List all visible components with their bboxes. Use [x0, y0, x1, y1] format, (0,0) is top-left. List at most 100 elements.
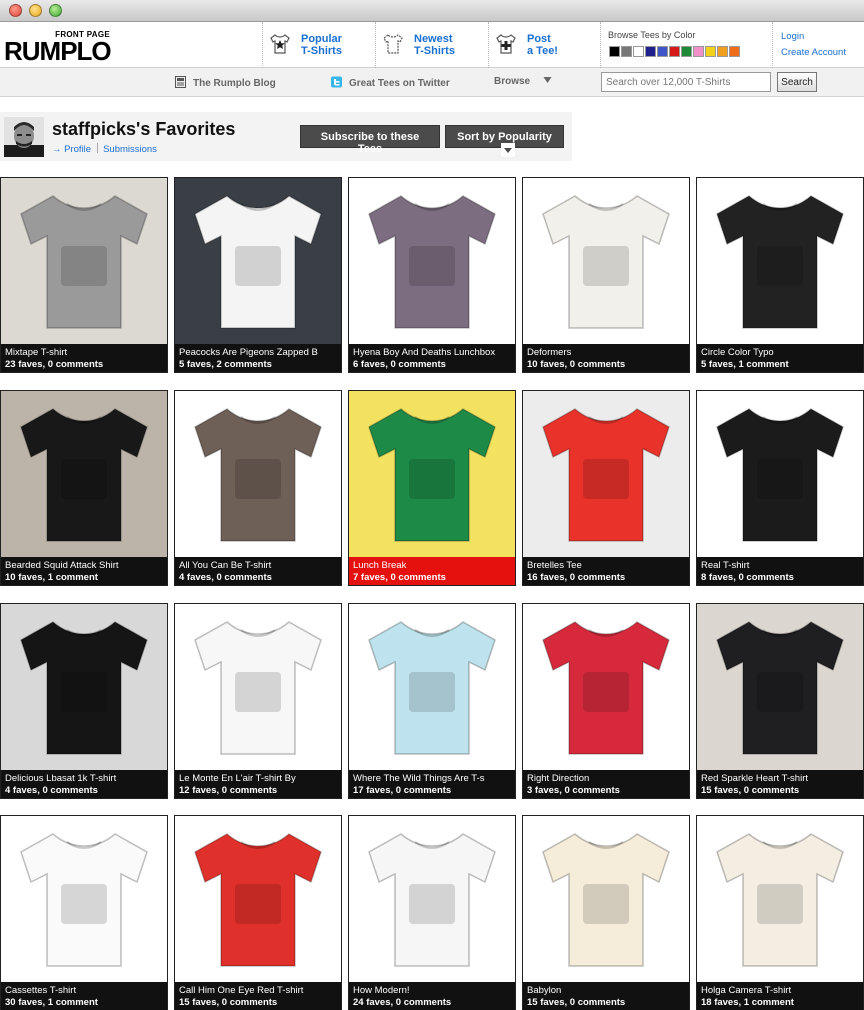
tee-card[interactable]: Bearded Squid Attack Shirt 10 faves, 1 co…	[0, 390, 168, 586]
tee-image[interactable]	[523, 391, 689, 557]
tee-image[interactable]	[175, 391, 341, 557]
tee-illustration	[175, 178, 341, 344]
tee-image[interactable]	[523, 178, 689, 344]
tee-meta: 15 faves, 0 comments	[701, 785, 800, 796]
tee-image[interactable]	[349, 816, 515, 982]
tee-title[interactable]: Mixtape T-shirt	[5, 347, 163, 359]
tee-title[interactable]: All You Can Be T-shirt	[179, 560, 337, 572]
tee-title[interactable]: Bearded Squid Attack Shirt	[5, 560, 163, 572]
close-window-icon[interactable]	[9, 4, 22, 17]
tee-meta: 15 faves, 0 comments	[527, 997, 626, 1008]
tee-image[interactable]	[349, 178, 515, 344]
tee-card[interactable]: Holga Camera T-shirt 18 faves, 1 comment	[696, 815, 864, 1010]
tee-image[interactable]	[349, 391, 515, 557]
tee-card[interactable]: Call Him One Eye Red T-shirt 15 faves, 0 …	[174, 815, 342, 1010]
tee-card[interactable]: Circle Color Typo 5 faves, 1 comment	[696, 177, 864, 373]
tee-title[interactable]: Babylon	[527, 985, 685, 997]
profile-link[interactable]: Profile	[64, 144, 91, 155]
tee-meta: 15 faves, 0 comments	[179, 997, 278, 1008]
tee-title[interactable]: Bretelles Tee	[527, 560, 685, 572]
tee-card[interactable]: Lunch Break 7 faves, 0 comments	[348, 390, 516, 586]
blog-link[interactable]: The Rumplo Blog	[175, 76, 276, 89]
subscribe-button[interactable]: Subscribe to these Tees	[300, 125, 440, 155]
sort-dropdown[interactable]: Sort by Popularity	[445, 125, 564, 157]
tee-card[interactable]: Mixtape T-shirt 23 faves, 0 comments	[0, 177, 168, 373]
tee-card[interactable]: Bretelles Tee 16 faves, 0 comments	[522, 390, 690, 586]
tee-card[interactable]: Peacocks Are Pigeons Zapped B5 faves, 2 …	[174, 177, 342, 373]
tee-illustration	[697, 816, 863, 982]
tee-image[interactable]	[697, 178, 863, 344]
tee-card[interactable]: Babylon 15 faves, 0 comments	[522, 815, 690, 1010]
tee-image[interactable]	[175, 816, 341, 982]
tee-title[interactable]: Real T-shirt	[701, 560, 859, 572]
tee-title[interactable]: Delicious Lbasat 1k T-shirt	[5, 773, 163, 785]
tee-card[interactable]: Right Direction 3 faves, 0 comments	[522, 603, 690, 799]
tee-card[interactable]: Delicious Lbasat 1k T-shirt 4 faves, 0 co…	[0, 603, 168, 799]
submissions-link[interactable]: Submissions	[103, 144, 157, 155]
tee-image[interactable]	[523, 604, 689, 770]
tee-image[interactable]	[1, 604, 167, 770]
tee-image[interactable]	[349, 604, 515, 770]
tee-image[interactable]	[523, 816, 689, 982]
rumplo-logo[interactable]: FRONT PAGE RUMPLO	[4, 30, 112, 66]
tee-title[interactable]: Call Him One Eye Red T-shirt	[179, 985, 337, 997]
tee-title[interactable]: Where The Wild Things Are T-s	[353, 773, 511, 785]
tee-title[interactable]: Deformers	[527, 347, 685, 359]
color-swatch[interactable]	[693, 46, 704, 57]
color-swatch[interactable]	[669, 46, 680, 57]
search-button[interactable]: Search	[777, 72, 817, 92]
tee-card[interactable]: Deformers 10 faves, 0 comments	[522, 177, 690, 373]
tee-title[interactable]: Lunch Break	[353, 560, 511, 572]
tee-title[interactable]: Cassettes T-shirt	[5, 985, 163, 997]
tee-image[interactable]	[697, 604, 863, 770]
color-swatch[interactable]	[681, 46, 692, 57]
color-swatch[interactable]	[657, 46, 668, 57]
color-swatch[interactable]	[621, 46, 632, 57]
tee-image[interactable]	[697, 816, 863, 982]
avatar[interactable]	[4, 117, 44, 157]
color-swatch[interactable]	[645, 46, 656, 57]
window-titlebar	[0, 0, 864, 22]
nav-newest-tshirts[interactable]: Newest T-Shirts	[375, 22, 488, 68]
tee-title[interactable]: Hyena Boy And Deaths Lunchbox	[353, 347, 511, 359]
tee-card[interactable]: Le Monte En L'air T-shirt By 12 faves, 0 …	[174, 603, 342, 799]
nav-popular-tshirts[interactable]: Popular T-Shirts	[262, 22, 375, 68]
tee-image[interactable]	[1, 178, 167, 344]
color-swatch[interactable]	[729, 46, 740, 57]
tee-title[interactable]: Holga Camera T-shirt	[701, 985, 859, 997]
login-link[interactable]: Login	[781, 31, 804, 42]
tee-card[interactable]: Where The Wild Things Are T-s 17 faves, 0…	[348, 603, 516, 799]
color-swatch[interactable]	[705, 46, 716, 57]
tee-title[interactable]: Red Sparkle Heart T-shirt	[701, 773, 859, 785]
tee-image[interactable]	[175, 604, 341, 770]
tee-title[interactable]: How Modern!	[353, 985, 511, 997]
twitter-link[interactable]: Great Tees on Twitter	[331, 76, 450, 89]
tee-title[interactable]: Circle Color Typo	[701, 347, 859, 359]
tee-image[interactable]	[1, 391, 167, 557]
search-input[interactable]	[601, 72, 771, 92]
tee-image[interactable]	[697, 391, 863, 557]
tee-card[interactable]: Cassettes T-shirt 30 faves, 1 comment	[0, 815, 168, 1010]
tee-illustration	[523, 178, 689, 344]
link-divider	[97, 143, 99, 153]
color-swatch[interactable]	[609, 46, 620, 57]
tee-title[interactable]: Right Direction	[527, 773, 685, 785]
zoom-window-icon[interactable]	[49, 4, 62, 17]
browse-dropdown[interactable]: Browse	[494, 76, 552, 87]
color-swatch[interactable]	[633, 46, 644, 57]
tee-card[interactable]: Red Sparkle Heart T-shirt 15 faves, 0 com…	[696, 603, 864, 799]
nav-post-tee[interactable]: Post a Tee!	[488, 22, 600, 68]
tee-title[interactable]: Peacocks Are Pigeons Zapped B	[179, 347, 337, 359]
tee-image[interactable]	[175, 178, 341, 344]
tee-caption: Call Him One Eye Red T-shirt 15 faves, 0 …	[175, 982, 341, 1010]
tee-title[interactable]: Le Monte En L'air T-shirt By	[179, 773, 337, 785]
tee-card[interactable]: Hyena Boy And Deaths Lunchbox 6 faves, 0 …	[348, 177, 516, 373]
create-account-link[interactable]: Create Account	[781, 47, 846, 58]
tee-card[interactable]: Real T-shirt 8 faves, 0 comments	[696, 390, 864, 586]
tee-card[interactable]: All You Can Be T-shirt 4 faves, 0 comment…	[174, 390, 342, 586]
color-swatch[interactable]	[717, 46, 728, 57]
minimize-window-icon[interactable]	[29, 4, 42, 17]
tee-image[interactable]	[1, 816, 167, 982]
tee-caption: Peacocks Are Pigeons Zapped B5 faves, 2 …	[175, 344, 341, 372]
tee-card[interactable]: How Modern! 24 faves, 0 comments	[348, 815, 516, 1010]
